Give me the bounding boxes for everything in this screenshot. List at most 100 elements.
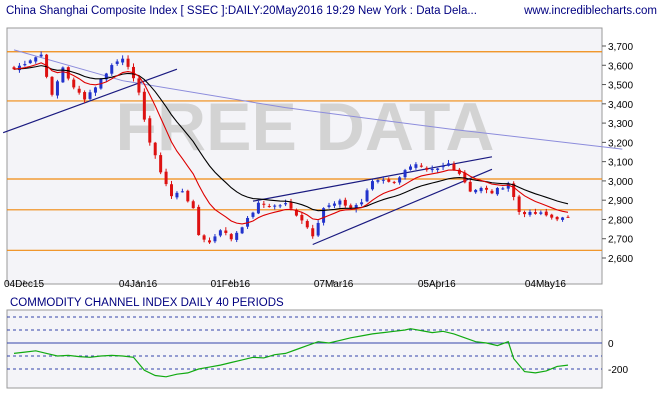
x-tick-label: 04Dec15 [4,279,44,290]
candle-body [137,78,141,93]
candle-body [468,181,472,192]
site-label: www.incrediblecharts.com [523,5,657,17]
candle-body [284,203,288,205]
cci-panel [6,309,603,389]
candle-body [387,179,391,182]
candle-body [153,142,157,156]
candle-body [490,190,494,194]
chart-svg: China Shanghai Composite Index [ SSEC ]:… [0,0,660,400]
candle-body [142,91,146,120]
candle-body [392,181,396,183]
cci-title: COMMODITY CHANNEL INDEX DAILY 40 PERIODS [10,297,284,309]
candle-body [485,187,489,190]
y-tick-label: 3,100 [608,158,633,169]
candle-body [55,81,59,96]
candle-body [479,187,483,192]
x-tick-label: 05Apr16 [418,279,456,290]
candle-body [343,199,347,206]
candle-body [419,165,423,167]
candle-body [376,180,380,182]
y-tick-label: 2,600 [608,254,633,265]
candle-body [349,205,353,209]
candle-body [311,228,315,237]
candle-body [50,76,54,95]
x-tick-label: 04May16 [525,279,567,290]
candle-body [39,54,43,57]
candle-body [360,202,364,205]
candle-body [186,190,190,202]
candle-body [561,217,565,220]
candle-body [197,206,201,236]
candle-body [365,190,369,202]
candle-body [251,212,255,217]
candle-body [224,230,228,233]
candle-body [175,192,179,198]
candle-body [441,165,445,168]
candle-body [425,167,429,170]
candle-body [262,203,266,205]
candle-body [170,184,174,197]
candle-body [408,166,412,170]
x-tick-label: 07Mar16 [314,279,354,290]
candle-body [398,177,402,183]
y-tick-label: 2,900 [608,196,633,207]
candle-body [338,200,342,205]
candle-body [93,87,97,93]
candle-body [289,201,293,209]
candle-body [544,211,548,216]
candle-body [447,163,451,166]
candle-body [202,235,206,240]
y-tick-label: 3,000 [608,177,633,188]
candle-body [327,205,331,207]
candle-body [180,191,184,193]
candle-body [23,64,27,66]
x-tick-label: 01Feb16 [211,279,251,290]
candle-body [370,181,374,190]
y-tick-label: 3,400 [608,100,633,111]
candle-body [300,214,304,221]
candle-body [159,155,163,173]
candle-body [126,58,130,67]
candle-body [436,168,440,170]
candle-body [430,169,434,171]
y-tick-label: 3,600 [608,61,633,72]
candle-body [121,58,125,63]
candle-body [83,92,87,100]
candle-body [267,206,271,208]
x-tick-label: 04Jan16 [119,279,158,290]
candle-body [213,236,217,242]
y-tick-label: 3,200 [608,138,633,149]
candle-body [332,203,336,206]
y-tick-label: 2,800 [608,215,633,226]
candle-body [533,212,537,214]
candle-body [528,211,532,215]
candle-body [191,201,195,209]
y-tick-label: 3,500 [608,81,633,92]
candle-body [452,163,456,171]
chart-title: China Shanghai Composite Index [ SSEC ]:… [6,5,477,17]
candle-body [555,216,559,220]
candle-body [256,202,260,214]
candle-body [474,189,478,193]
candle-body [273,205,277,207]
candle-body [305,221,309,228]
y-tick-label: 3,300 [608,119,633,130]
candle-body [229,234,233,240]
chart-root: China Shanghai Composite Index [ SSEC ]:… [0,0,660,400]
candle-body [517,196,521,212]
candle-body [381,179,385,181]
candle-body [550,214,554,218]
candle-body [77,88,81,93]
candle-body [403,170,407,178]
candle-body [164,171,168,185]
candle-body [566,216,570,218]
y-tick-label: 3,700 [608,42,633,53]
candle-body [278,205,282,207]
candle-body [110,65,114,74]
candle-body [115,61,119,64]
candle-body [72,79,76,88]
cci-tick-label: -200 [608,365,628,376]
candle-body [240,227,244,234]
cci-tick-label: 0 [608,339,614,350]
candle-body [414,164,418,168]
